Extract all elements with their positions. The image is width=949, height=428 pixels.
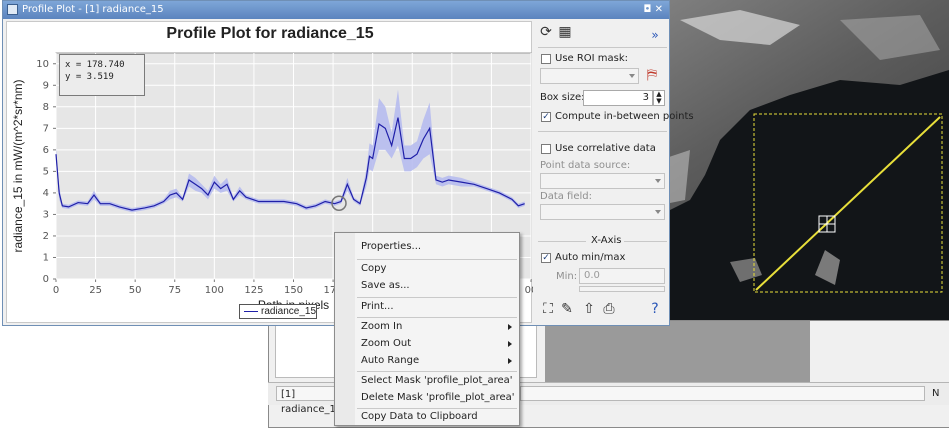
context-menu: Properties... Copy Save as... Print... Z… (334, 232, 520, 426)
x-tick-label: 150 (284, 285, 303, 296)
window-icon (7, 4, 18, 15)
submenu-arrow-icon (508, 341, 512, 347)
y-tick-label: 7 (43, 123, 49, 134)
coordinate-readout: x = 178.740 y = 3.519 (59, 54, 145, 96)
chart-legend: radiance_15 (239, 304, 317, 319)
print-icon[interactable]: ⎙ (600, 300, 618, 318)
x-tick-label: 100 (205, 285, 224, 296)
title-bar[interactable]: Profile Plot - [1] radiance_15 ◘ ✕ (3, 1, 669, 19)
y-tick-label: 5 (43, 166, 49, 177)
edit-icon[interactable]: ✎ (558, 300, 576, 318)
submenu-arrow-icon (508, 324, 512, 330)
y-tick-label: 3 (43, 209, 49, 220)
box-size-input[interactable]: 3 (583, 90, 653, 106)
menu-item-zoom-out-label: Zoom Out (361, 338, 412, 349)
min-input[interactable]: 0.0 (579, 268, 665, 284)
x-tick-label: 125 (244, 285, 263, 296)
auto-minmax-label: Auto min/max (555, 252, 626, 263)
menu-item-copy-data[interactable]: Copy Data to Clipboard (361, 408, 516, 425)
roi-mask-dropdown[interactable] (540, 68, 639, 84)
y-tick-label: 4 (43, 188, 49, 199)
menu-item-zoom-in-label: Zoom In (361, 321, 403, 332)
y-tick-label: 1 (43, 252, 49, 263)
use-correlative-label: Use correlative data (555, 143, 656, 154)
use-correlative-checkbox[interactable] (541, 144, 551, 154)
data-field-label: Data field: (540, 191, 593, 202)
box-size-label: Box size: (540, 92, 585, 103)
y-tick-label: 9 (43, 80, 49, 91)
y-tick-label: 2 (43, 231, 49, 242)
separator (538, 131, 667, 132)
max-input[interactable] (579, 286, 665, 292)
min-label: Min: (556, 271, 578, 282)
x-tick-label: 25 (89, 285, 102, 296)
x-tick-label: 00 (525, 285, 533, 296)
readout-x: x = 178.740 (65, 60, 125, 70)
fullscreen-icon[interactable]: ⛶ (539, 300, 557, 318)
separator (538, 241, 586, 242)
chevron-down-icon (655, 179, 661, 183)
y-tick-label: 0 (43, 274, 49, 285)
mask-manager-icon[interactable]: ⛿ (643, 66, 661, 84)
window-title: Profile Plot - [1] radiance_15 (22, 4, 164, 15)
collapse-panel-icon[interactable]: » (646, 26, 664, 44)
chevron-down-icon (629, 74, 635, 78)
help-icon[interactable]: ? (646, 300, 664, 318)
menu-item-save-as[interactable]: Save as... (361, 277, 516, 294)
x-tick-label: 0 (53, 285, 59, 296)
plot-title: Profile Plot for radiance_15 (166, 25, 374, 42)
menu-item-zoom-in[interactable]: Zoom In (361, 318, 516, 335)
menu-item-delete-mask[interactable]: Delete Mask 'profile_plot_area' (361, 389, 516, 406)
menu-item-select-mask[interactable]: Select Mask 'profile_plot_area' (361, 372, 516, 389)
compute-between-label: Compute in-between points (555, 111, 694, 122)
readout-y: y = 3.519 (65, 72, 114, 82)
point-data-source-label: Point data source: (540, 160, 631, 171)
x-tick-label: 75 (168, 285, 181, 296)
use-roi-mask-checkbox[interactable] (541, 54, 551, 64)
menu-item-zoom-out[interactable]: Zoom Out (361, 335, 516, 352)
menu-item-properties[interactable]: Properties... (361, 238, 516, 255)
menu-gutter (335, 233, 355, 425)
use-roi-mask-label: Use ROI mask: (555, 53, 629, 64)
y-axis-label: radiance_15 in mW/(m^2*sr*nm) (11, 79, 25, 252)
refresh-icon[interactable]: ⟳ (537, 23, 555, 41)
status-cell (520, 386, 925, 401)
separator (538, 47, 667, 48)
box-size-spinner[interactable]: ▲ ▼ (653, 90, 665, 106)
y-tick-label: 6 (43, 145, 49, 156)
background-image-panel (545, 321, 810, 383)
data-field-dropdown[interactable] (540, 204, 665, 220)
separator (624, 241, 667, 242)
chevron-down-icon (655, 210, 661, 214)
control-panel: ⟳ ▦ » Use ROI mask: ⛿ Box size: 3 ▲ ▼ ✓ C… (536, 21, 694, 323)
status-right: N (932, 388, 940, 399)
point-data-source-dropdown[interactable] (540, 173, 665, 189)
legend-label: radiance_15 (261, 306, 317, 317)
compute-between-checkbox[interactable]: ✓ (541, 112, 551, 122)
menu-item-print[interactable]: Print... (361, 298, 516, 315)
submenu-arrow-icon (508, 358, 512, 364)
legend-swatch (244, 311, 258, 312)
y-tick-label: 8 (43, 102, 49, 113)
y-tick-label: 10 (36, 59, 49, 70)
window-close-buttons[interactable]: ◘ ✕ (644, 3, 663, 17)
menu-item-auto-range-label: Auto Range (361, 355, 420, 366)
x-axis-heading: X-Axis (591, 235, 622, 246)
x-tick-label: 50 (129, 285, 142, 296)
auto-minmax-checkbox[interactable]: ✓ (541, 253, 551, 263)
table-view-icon[interactable]: ▦ (556, 23, 574, 41)
status-tab[interactable]: [1] radiance_1 (276, 386, 340, 415)
menu-item-auto-range[interactable]: Auto Range (361, 352, 516, 369)
export-icon[interactable]: ⇧ (580, 300, 598, 318)
menu-item-copy[interactable]: Copy (361, 260, 516, 277)
